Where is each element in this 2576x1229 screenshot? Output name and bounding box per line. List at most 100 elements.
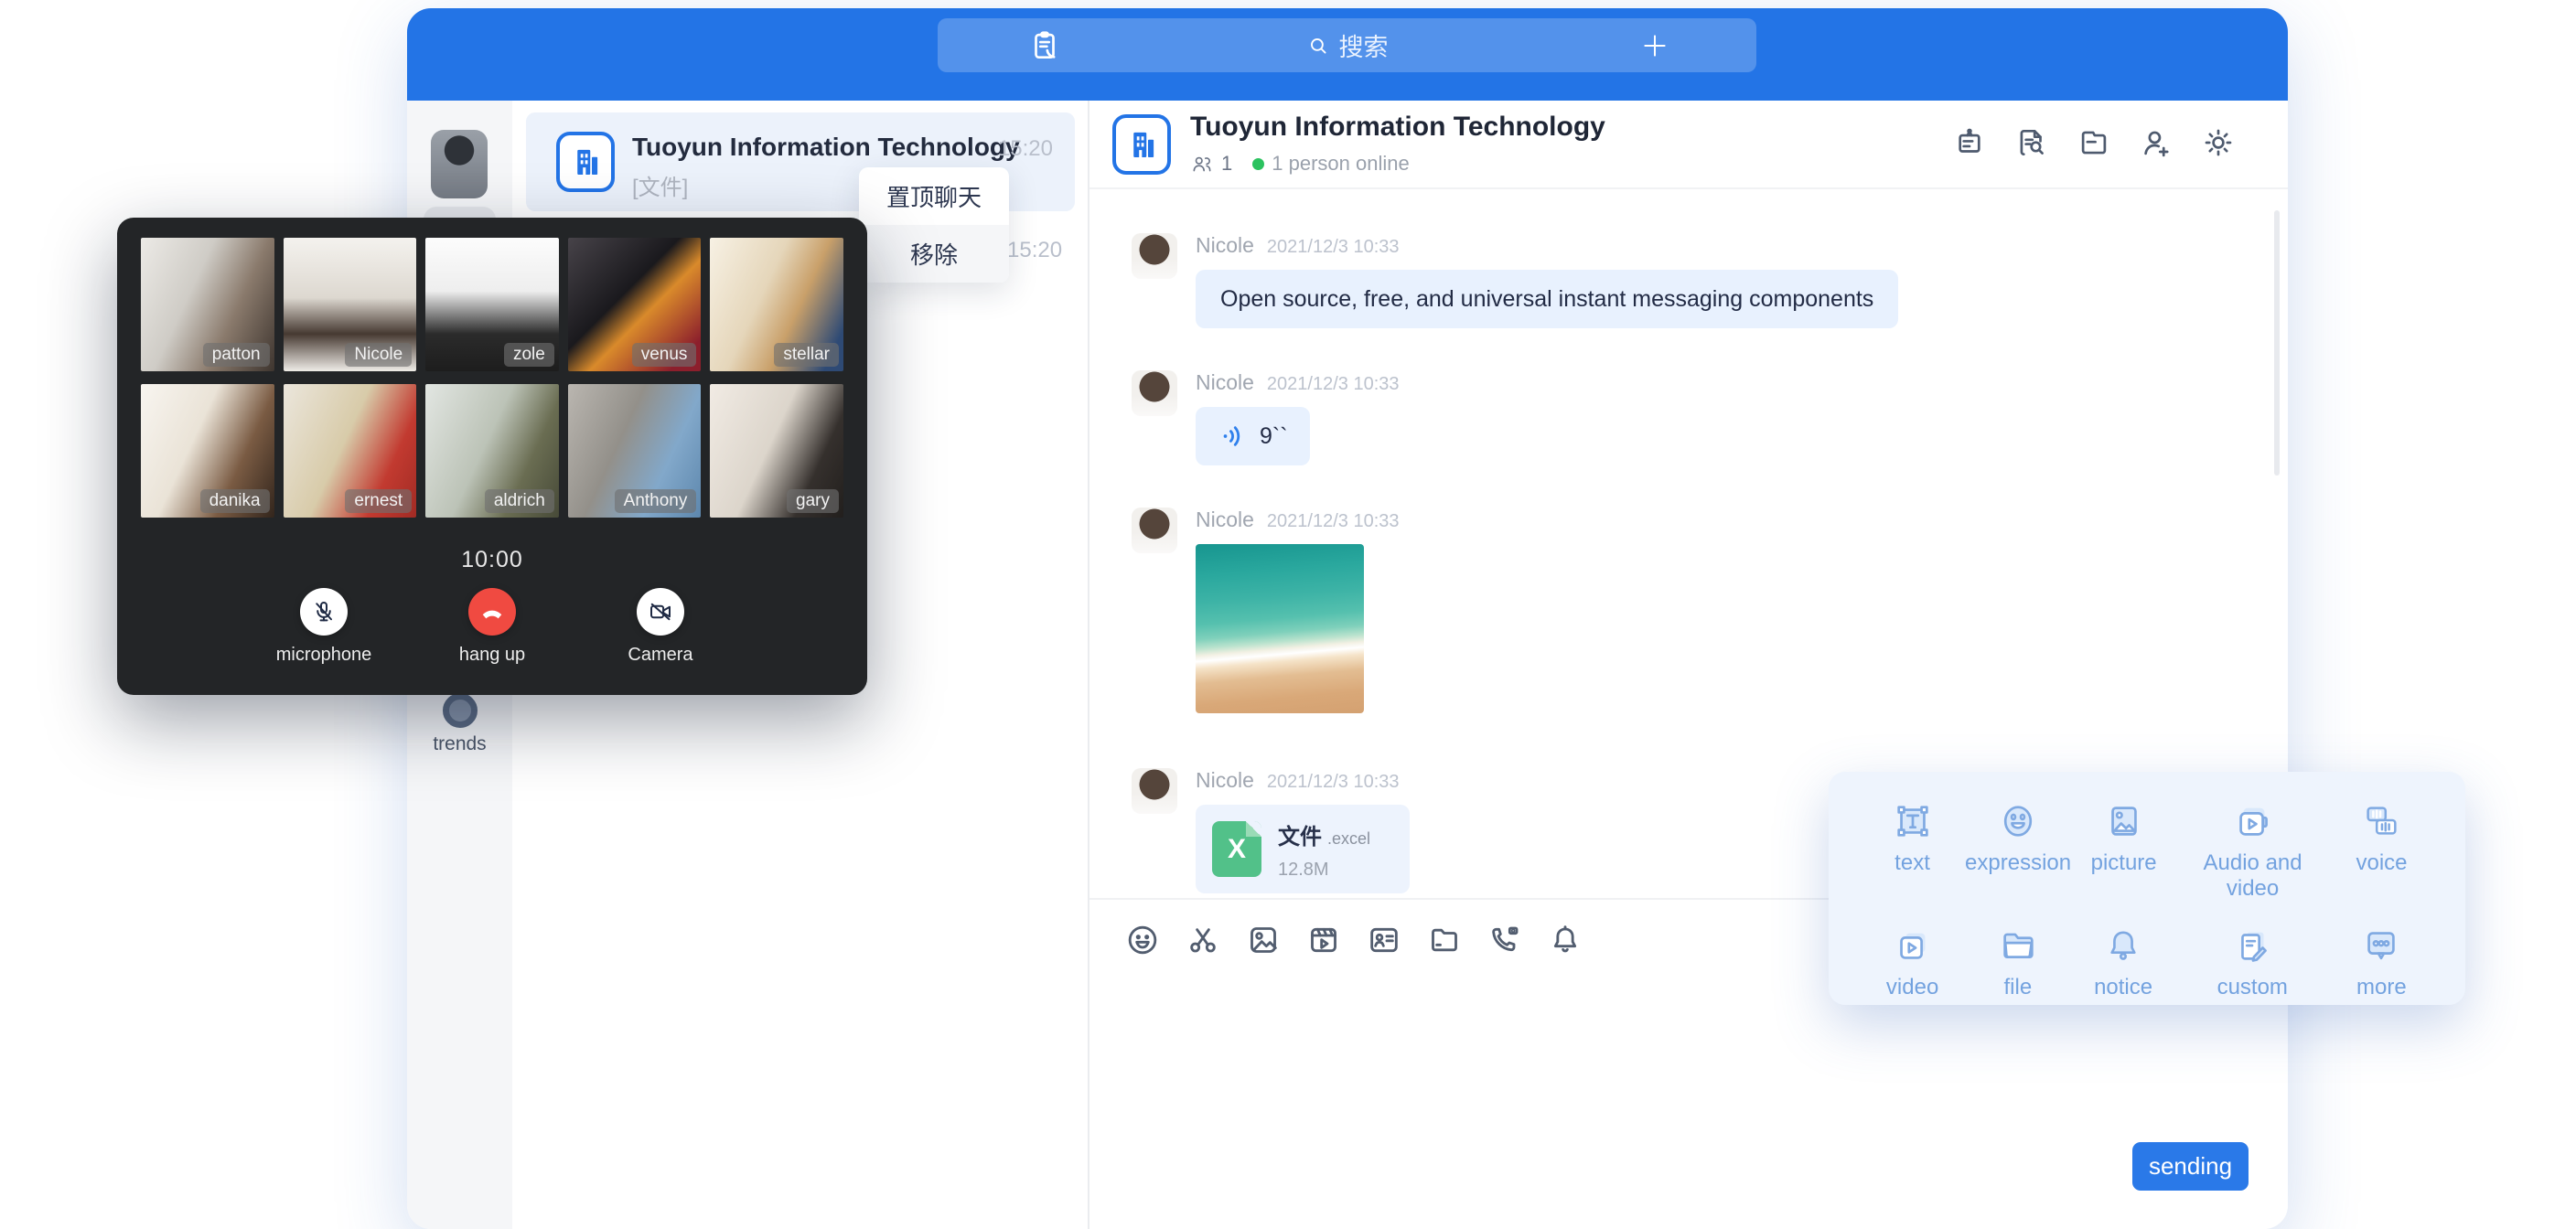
video-tile: patton xyxy=(141,238,274,371)
participant-name-tag: ernest xyxy=(345,489,412,513)
file-folder-icon xyxy=(2077,125,2111,160)
image-icon xyxy=(1245,922,1282,958)
send-button[interactable]: sending xyxy=(2132,1142,2249,1191)
search-label: 搜索 xyxy=(1339,27,1389,63)
scrollbar[interactable] xyxy=(2274,210,2280,476)
add-member-button[interactable] xyxy=(2138,124,2174,161)
picture-icon xyxy=(2103,800,2145,842)
settings-button[interactable] xyxy=(2200,124,2237,161)
call-record-icon xyxy=(1027,28,1062,63)
group-avatar xyxy=(556,132,615,192)
participant-name-tag: danika xyxy=(200,489,270,513)
message-time: 2021/12/3 10:33 xyxy=(1267,374,1400,395)
members-icon xyxy=(1190,152,1214,176)
file-message-card[interactable]: X 文件.excel 12.8M xyxy=(1196,805,1410,893)
scissors-icon xyxy=(1185,922,1221,958)
call-record-button[interactable] xyxy=(1025,27,1064,65)
image-message-beach[interactable] xyxy=(1196,544,1364,713)
hang-up-button[interactable] xyxy=(468,588,516,636)
message-input[interactable] xyxy=(1089,980,2288,1229)
feature-file[interactable]: file xyxy=(1965,914,2070,1000)
excel-file-icon: X xyxy=(1212,821,1261,877)
folder-icon xyxy=(1426,922,1463,958)
feature-label: more xyxy=(2329,975,2434,1000)
feature-panel: text expression picture xyxy=(1829,772,2465,1005)
video-call-overlay: patton Nicole zole venus stellar danika … xyxy=(117,218,867,695)
camera-button[interactable] xyxy=(637,588,684,636)
video-tile: Anthony xyxy=(568,384,702,518)
message-time: 2021/12/3 10:33 xyxy=(1267,237,1400,258)
notice-button[interactable] xyxy=(1951,124,1988,161)
settings-gear-icon xyxy=(2201,125,2236,160)
chat-subtitle: 1 1 person online xyxy=(1190,152,1410,176)
participant-name-tag: venus xyxy=(632,343,697,367)
microphone-button[interactable] xyxy=(300,588,348,636)
menu-item-pin[interactable]: 置顶聊天 xyxy=(859,167,1009,225)
feature-label: expression xyxy=(1965,850,2071,876)
feature-voice[interactable]: voice xyxy=(2329,790,2434,902)
sender-avatar[interactable] xyxy=(1132,233,1177,279)
notification-button[interactable] xyxy=(1547,922,1583,958)
sender-name: Nicole xyxy=(1196,233,1254,258)
feature-expression[interactable]: expression xyxy=(1965,790,2071,902)
chat-panel-header: Tuoyun Information Technology 1 1 person… xyxy=(1089,101,2288,189)
nav-item-trends[interactable]: trends xyxy=(407,693,512,755)
screenshot-button[interactable] xyxy=(1185,922,1221,958)
video-tile: aldrich xyxy=(425,384,559,518)
chat-panel: Tuoyun Information Technology 1 1 person… xyxy=(1088,101,2288,1229)
conversation-time: 15:20 xyxy=(998,136,1053,162)
feature-video[interactable]: video xyxy=(1860,914,1965,1000)
feature-audio-video[interactable]: Audio and video xyxy=(2176,790,2329,902)
message-time: 2021/12/3 10:33 xyxy=(1267,511,1400,532)
call-button[interactable] xyxy=(1487,922,1523,958)
file-upload-button[interactable] xyxy=(1426,922,1463,958)
chat-record-button[interactable] xyxy=(2013,124,2050,161)
user-avatar[interactable] xyxy=(431,130,488,198)
hang-up-label: hang up xyxy=(438,645,546,666)
app-header: 搜索 xyxy=(407,8,2288,101)
feature-notice[interactable]: notice xyxy=(2070,914,2175,1000)
video-tile: stellar xyxy=(710,238,843,371)
feature-text[interactable]: text xyxy=(1860,790,1965,902)
participant-name-tag: zole xyxy=(504,343,554,367)
participant-name-tag: patton xyxy=(203,343,270,367)
add-button[interactable] xyxy=(1634,25,1676,67)
video-grid: patton Nicole zole venus stellar danika … xyxy=(141,238,843,518)
emoji-button[interactable] xyxy=(1124,922,1161,958)
file-ext: .excel xyxy=(1327,829,1370,848)
text-message-bubble[interactable]: Open source, free, and universal instant… xyxy=(1196,270,1898,328)
video-button[interactable] xyxy=(1305,922,1342,958)
contact-card-button[interactable] xyxy=(1366,922,1402,958)
camera-label: Camera xyxy=(606,645,714,666)
participant-name-tag: gary xyxy=(787,489,839,513)
trends-icon xyxy=(443,693,478,728)
conversation-subtitle: [文件] xyxy=(632,169,688,201)
sender-avatar[interactable] xyxy=(1132,370,1177,416)
custom-edit-icon xyxy=(2231,924,2273,967)
file-button[interactable] xyxy=(2076,124,2112,161)
chat-record-search-icon xyxy=(2014,125,2049,160)
participant-name-tag: aldrich xyxy=(485,489,554,513)
sender-avatar[interactable] xyxy=(1132,508,1177,553)
camera-off-icon xyxy=(647,598,674,625)
notice-board-icon xyxy=(1952,125,1987,160)
expression-icon xyxy=(1997,800,2039,842)
message: Nicole 2021/12/3 10:33 xyxy=(1132,508,2288,713)
sender-avatar[interactable] xyxy=(1132,768,1177,814)
file-size: 12.8M xyxy=(1278,860,1370,881)
conversation-title: Tuoyun Information Technology xyxy=(632,133,1020,162)
feature-label: notice xyxy=(2070,975,2175,1000)
trends-label: trends xyxy=(407,733,512,755)
menu-item-remove[interactable]: 移除 xyxy=(859,225,1009,283)
feature-more[interactable]: more xyxy=(2329,914,2434,1000)
top-search-bar[interactable]: 搜索 xyxy=(938,18,1756,72)
voice-message-bubble[interactable]: 9`` xyxy=(1196,407,1310,465)
online-dot xyxy=(1252,158,1264,170)
context-menu: 置顶聊天 移除 xyxy=(859,167,1009,283)
message-time: 2021/12/3 10:33 xyxy=(1267,772,1400,793)
feature-custom[interactable]: custom xyxy=(2176,914,2329,1000)
microphone-label: microphone xyxy=(270,645,378,666)
online-status: 1 person online xyxy=(1272,152,1409,176)
feature-picture[interactable]: picture xyxy=(2071,790,2176,902)
image-button[interactable] xyxy=(1245,922,1282,958)
